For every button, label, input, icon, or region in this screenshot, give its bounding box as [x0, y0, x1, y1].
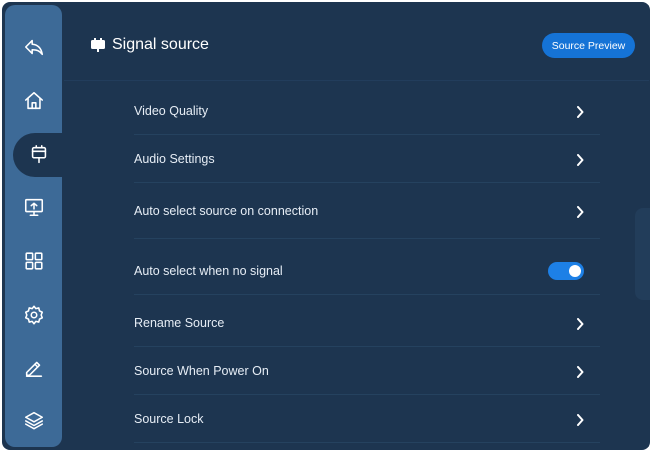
- chevron-right-icon: [576, 105, 584, 118]
- navigation-rail: [5, 5, 65, 447]
- row-label: Audio Settings: [134, 151, 215, 166]
- signal-source-icon: [31, 145, 47, 164]
- apps-grid-icon: [25, 252, 43, 270]
- annotate-button[interactable]: [11, 345, 57, 389]
- chevron-right-icon: [576, 205, 584, 218]
- page-title: Signal source: [112, 36, 209, 53]
- row-label: Source Lock: [134, 411, 204, 426]
- row-audio-settings[interactable]: Audio Settings: [134, 135, 600, 183]
- settings-panel: Signal source Source Preview Video Quali…: [64, 5, 649, 447]
- row-rename-source[interactable]: Rename Source: [134, 299, 600, 347]
- signal-source-button[interactable]: [13, 133, 65, 177]
- back-icon: [24, 39, 44, 56]
- source-preview-button[interactable]: Source Preview: [542, 33, 635, 58]
- home-icon: [24, 91, 44, 110]
- chevron-right-icon: [576, 365, 584, 378]
- row-label: Auto select when no signal: [134, 263, 283, 278]
- auto-select-toggle[interactable]: [548, 261, 584, 280]
- screen-icon: [24, 198, 44, 217]
- screen-button[interactable]: [11, 185, 57, 229]
- layers-button[interactable]: [11, 398, 57, 442]
- signal-source-icon: [91, 38, 105, 52]
- gear-icon: [24, 305, 44, 325]
- apps-button[interactable]: [11, 239, 57, 283]
- row-label: Video Quality: [134, 103, 209, 118]
- toggle-knob: [569, 264, 581, 277]
- back-button[interactable]: [11, 25, 57, 69]
- side-drawer-handle[interactable]: [635, 208, 650, 300]
- panel-header: Signal source Source Preview: [64, 5, 649, 81]
- chevron-right-icon: [576, 153, 584, 166]
- row-label: Auto select source on connection: [134, 203, 319, 218]
- row-auto-select-no-signal: Auto select when no signal: [134, 247, 600, 295]
- layers-icon: [24, 411, 44, 430]
- row-label: Source When Power On: [134, 363, 269, 378]
- row-source-lock[interactable]: Source Lock: [134, 395, 600, 443]
- row-source-when-power-on[interactable]: Source When Power On: [134, 347, 600, 395]
- chevron-right-icon: [576, 413, 584, 426]
- row-label: Rename Source: [134, 315, 225, 330]
- settings-button[interactable]: [11, 293, 57, 337]
- app-window: Signal source Source Preview Video Quali…: [2, 2, 650, 450]
- home-button[interactable]: [11, 79, 57, 123]
- row-auto-select-source[interactable]: Auto select source on connection: [134, 183, 600, 239]
- row-video-quality[interactable]: Video Quality: [134, 87, 600, 135]
- pen-icon: [25, 361, 43, 377]
- chevron-right-icon: [576, 317, 584, 330]
